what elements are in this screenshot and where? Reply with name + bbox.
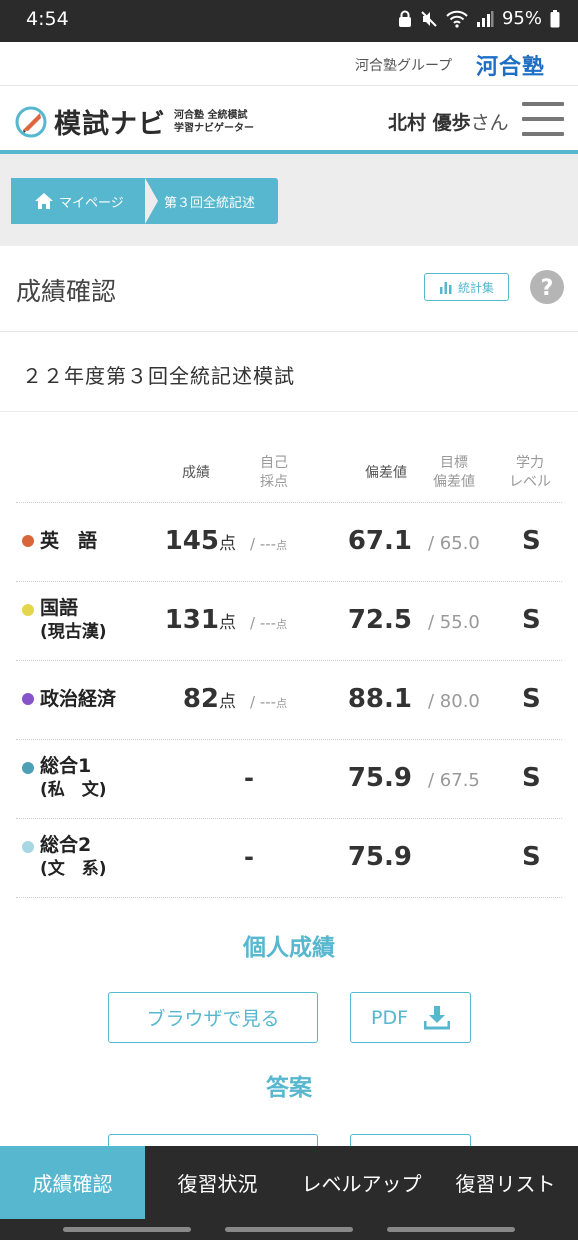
header-self-score: 自己 採点	[260, 455, 288, 490]
header-score: 成績	[182, 465, 210, 481]
table-row: 国語 (現古漢) 131点 / ---点 72.5 / 55.0 S	[16, 582, 562, 661]
status-bar: 4:54 95%	[0, 0, 578, 42]
breadcrumb-home[interactable]: マイページ	[11, 178, 166, 224]
table-row: 総合2 (文 系) - 75.9 S	[16, 819, 562, 898]
group-text: 河合塾グループ	[355, 58, 453, 74]
self-score: / ---点	[250, 693, 288, 711]
score-value: -	[244, 764, 254, 792]
help-icon[interactable]: ?	[529, 269, 565, 305]
status-time: 4:54	[26, 8, 69, 30]
level-value: S	[522, 842, 541, 872]
target-deviation: / 80.0	[428, 691, 480, 712]
score-value: 82点	[182, 684, 236, 714]
bar-chart-icon	[439, 281, 452, 294]
level-value: S	[522, 526, 541, 556]
app-header: 模試ナビ 河合塾 全統模試 学習ナビゲーター 北村 優歩さん	[0, 86, 578, 154]
hamburger-menu-icon[interactable]	[520, 102, 566, 138]
gesture-segment[interactable]	[387, 1227, 515, 1232]
breadcrumb: マイページ 第３回全統記述	[0, 154, 578, 246]
page-title: 成績確認	[16, 277, 117, 306]
bottom-nav: 成績確認 復習状況 レベルアップ 復習リスト	[0, 1146, 578, 1219]
battery-icon	[550, 9, 560, 27]
individual-results-title: 個人成績	[243, 935, 335, 961]
status-icons: 95%	[398, 8, 560, 29]
svg-text:?: ?	[541, 276, 554, 301]
lock-app-icon	[398, 10, 411, 27]
app-logo-subtitle: 河合塾 全統模試 学習ナビゲーター	[174, 109, 254, 134]
deviation-value: 75.9	[347, 763, 412, 793]
nav-score-check[interactable]: 成績確認	[0, 1146, 145, 1219]
user-name: 北村 優歩さん	[388, 112, 509, 134]
subject-name: 総合2 (文 系)	[40, 834, 107, 879]
subject-name: 総合1 (私 文)	[40, 755, 107, 800]
gesture-segment[interactable]	[225, 1227, 353, 1232]
subject-color-dot	[22, 762, 34, 774]
deviation-value: 75.9	[347, 842, 412, 872]
score-value: 145点	[164, 526, 236, 556]
stats-button[interactable]: 統計集	[424, 273, 509, 301]
subject-name: 英 語	[40, 530, 98, 552]
download-icon	[424, 1005, 451, 1029]
signal-icon	[476, 10, 494, 27]
subject-color-dot	[22, 693, 34, 705]
subject-color-dot	[22, 535, 34, 547]
level-value: S	[522, 763, 541, 793]
home-icon	[35, 193, 53, 209]
mute-icon	[421, 10, 437, 27]
target-deviation: / 55.0	[428, 612, 480, 633]
page-title-bar: 成績確認 統計集	[0, 246, 578, 332]
view-in-browser-button[interactable]: ブラウザで見る	[108, 992, 318, 1043]
exam-name-bar: ２２年度第３回全統記述模試	[0, 332, 578, 412]
kawaijuku-logo[interactable]: 河合塾	[476, 49, 545, 81]
system-gesture-bar	[0, 1219, 578, 1240]
app-logo[interactable]: 模試ナビ 河合塾 全統模試 学習ナビゲーター	[14, 102, 254, 141]
header-level: 学力 レベル	[509, 455, 551, 490]
exam-name: ２２年度第３回全統記述模試	[22, 364, 295, 388]
pdf-download-button[interactable]: PDF	[350, 992, 471, 1043]
answer-section-title: 答案	[266, 1075, 312, 1101]
level-value: S	[522, 605, 541, 635]
subject-color-dot	[22, 604, 34, 616]
breadcrumb-current: 第３回全統記述	[145, 178, 278, 224]
nav-review-list[interactable]: 復習リスト	[433, 1146, 578, 1219]
subject-color-dot	[22, 841, 34, 853]
score-value: 131点	[164, 605, 236, 635]
battery-percent: 95%	[501, 8, 542, 29]
table-header: 成績 自己 採点 偏差値 目標 偏差値 学力 レベル	[16, 430, 562, 503]
table-row: 英 語 145点 / ---点 67.1 / 65.0 S	[16, 503, 562, 582]
self-score: / ---点	[250, 535, 288, 553]
score-table: 成績 自己 採点 偏差値 目標 偏差値 学力 レベル 英 語 145点 / ---点…	[16, 430, 562, 898]
subject-name: 国語 (現古漢)	[40, 597, 107, 642]
self-score: / ---点	[250, 614, 288, 632]
table-row: 政治経済 82点 / ---点 88.1 / 80.0 S	[16, 661, 562, 740]
target-deviation: / 65.0	[428, 533, 480, 554]
app-logo-text: 模試ナビ	[54, 109, 166, 140]
deviation-value: 72.5	[347, 605, 412, 635]
target-deviation: / 67.5	[428, 770, 480, 791]
deviation-value: 88.1	[347, 684, 412, 714]
deviation-value: 67.1	[347, 526, 412, 556]
wifi-icon	[446, 10, 468, 28]
pencil-globe-icon	[15, 106, 47, 137]
level-value: S	[522, 684, 541, 714]
group-header: 河合塾グループ 河合塾	[0, 42, 578, 86]
score-value: -	[244, 843, 254, 871]
nav-review-status[interactable]: 復習状況	[145, 1146, 290, 1219]
header-deviation: 偏差値	[365, 465, 407, 481]
header-target-deviation: 目標 偏差値	[433, 455, 475, 490]
subject-name: 政治経済	[40, 688, 117, 710]
table-row: 総合1 (私 文) - 75.9 / 67.5 S	[16, 740, 562, 819]
gesture-segment[interactable]	[63, 1227, 191, 1232]
nav-level-up[interactable]: レベルアップ	[290, 1146, 433, 1219]
